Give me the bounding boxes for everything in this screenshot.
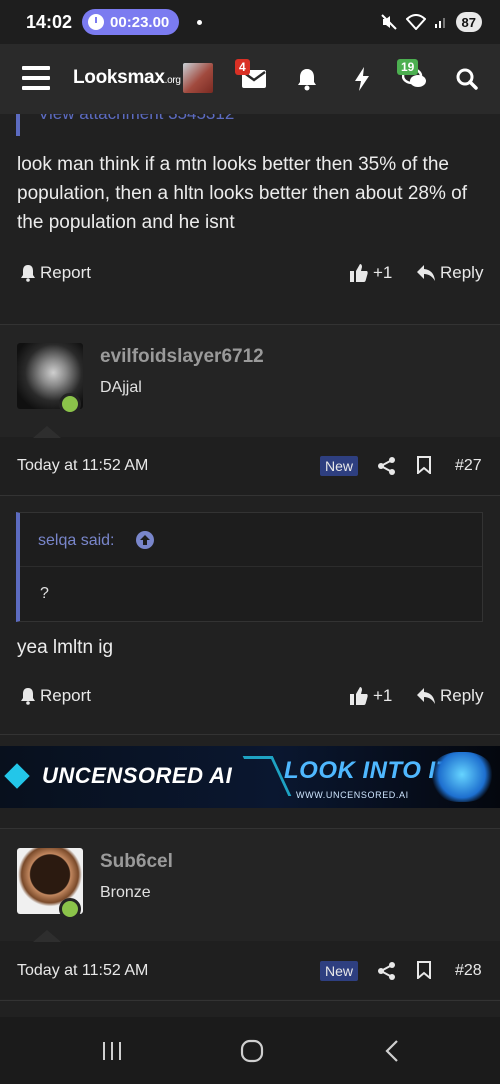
reply-button[interactable]: Reply xyxy=(416,686,483,706)
like-button[interactable]: +1 xyxy=(349,686,392,706)
ad-right-text: LOOK INTO IT xyxy=(284,757,451,784)
user-title: Bronze xyxy=(100,884,151,901)
status-time: 14:02 xyxy=(26,11,73,32)
ad-banner[interactable]: UNCENSORED AI LOOK INTO IT WWW.UNCENSORE… xyxy=(0,746,500,808)
quote-header: selqa said: xyxy=(20,513,482,567)
nav-back-icon[interactable] xyxy=(381,1037,403,1065)
system-nav-bar xyxy=(0,1017,500,1084)
reply-label: Reply xyxy=(440,686,484,705)
reply-arrow-icon xyxy=(417,688,435,704)
post-divider xyxy=(0,734,500,735)
site-header: Looksmax.org xyxy=(0,44,500,114)
post-timestamp[interactable]: Today at 11:52 AM xyxy=(17,457,148,475)
status-bar: 14:02 00:23.00 87 xyxy=(0,0,500,44)
thumbs-up-icon xyxy=(350,264,368,282)
nav-recents-icon[interactable] xyxy=(100,1037,124,1065)
quote-body: ? xyxy=(40,585,49,602)
quote-up-arrow-icon[interactable] xyxy=(136,531,154,549)
nav-home-icon[interactable] xyxy=(239,1037,265,1065)
post-number[interactable]: #28 xyxy=(455,962,482,980)
recording-timer[interactable]: 00:23.00 xyxy=(82,9,180,35)
online-indicator xyxy=(59,393,81,415)
report-button[interactable]: Report xyxy=(20,263,91,283)
report-button[interactable]: Report xyxy=(20,686,91,706)
bookmark-icon[interactable] xyxy=(417,961,431,979)
post-timestamp[interactable]: Today at 11:52 AM xyxy=(17,962,148,980)
share-icon[interactable] xyxy=(377,961,397,981)
site-logo[interactable]: Looksmax.org xyxy=(73,67,181,89)
report-bell-icon xyxy=(21,688,35,705)
reply-button[interactable]: Reply xyxy=(416,263,483,283)
report-bell-icon xyxy=(21,265,35,282)
report-label: Report xyxy=(40,686,92,705)
notification-dot-icon xyxy=(197,19,203,25)
battery-indicator: 87 xyxy=(455,12,482,32)
meta-divider xyxy=(0,1000,500,1001)
like-count: +1 xyxy=(373,686,393,705)
search-icon[interactable] xyxy=(455,64,479,94)
user-title: DAjjal xyxy=(100,379,142,396)
notifications-badge: 4 xyxy=(235,59,250,75)
ad-brain-icon xyxy=(430,752,494,802)
conversations-badge: 19 xyxy=(397,59,419,75)
hamburger-icon[interactable] xyxy=(22,66,50,90)
post-body: yea lmltn ig xyxy=(17,637,114,658)
bolt-icon[interactable] xyxy=(352,64,372,94)
ad-url: WWW.UNCENSORED.AI xyxy=(296,790,409,800)
online-indicator xyxy=(59,898,81,920)
user-avatar[interactable] xyxy=(183,63,213,93)
username[interactable]: evilfoidslayer6712 xyxy=(100,346,264,368)
new-badge: New xyxy=(320,456,359,476)
wifi-icon xyxy=(405,14,426,30)
user-arrow xyxy=(33,930,61,942)
reply-label: Reply xyxy=(440,263,484,282)
report-label: Report xyxy=(40,263,92,282)
ad-diamond-icon xyxy=(4,763,30,789)
meta-divider xyxy=(0,495,500,496)
stopwatch-icon xyxy=(88,14,105,30)
bookmark-icon[interactable] xyxy=(417,456,431,474)
new-badge: New xyxy=(320,961,359,981)
username[interactable]: Sub6cel xyxy=(100,851,173,873)
user-arrow xyxy=(33,426,61,438)
mute-icon xyxy=(380,14,397,30)
quote-bar xyxy=(16,114,20,136)
post-number[interactable]: #27 xyxy=(455,457,482,475)
ad-left-text: UNCENSORED AI xyxy=(42,763,233,788)
reply-arrow-icon xyxy=(417,265,435,281)
quote-block: selqa said: ? xyxy=(16,512,483,622)
bell-icon[interactable] xyxy=(295,64,319,94)
share-icon[interactable] xyxy=(377,456,397,476)
post-body: look man think if a mtn looks better the… xyxy=(17,154,467,233)
signal-icon xyxy=(434,18,445,28)
thumbs-up-icon xyxy=(350,687,368,705)
recording-timer-value: 00:23.00 xyxy=(110,13,170,31)
like-count: +1 xyxy=(373,263,393,282)
like-button[interactable]: +1 xyxy=(349,263,392,283)
quote-author[interactable]: selqa said: xyxy=(38,532,115,550)
